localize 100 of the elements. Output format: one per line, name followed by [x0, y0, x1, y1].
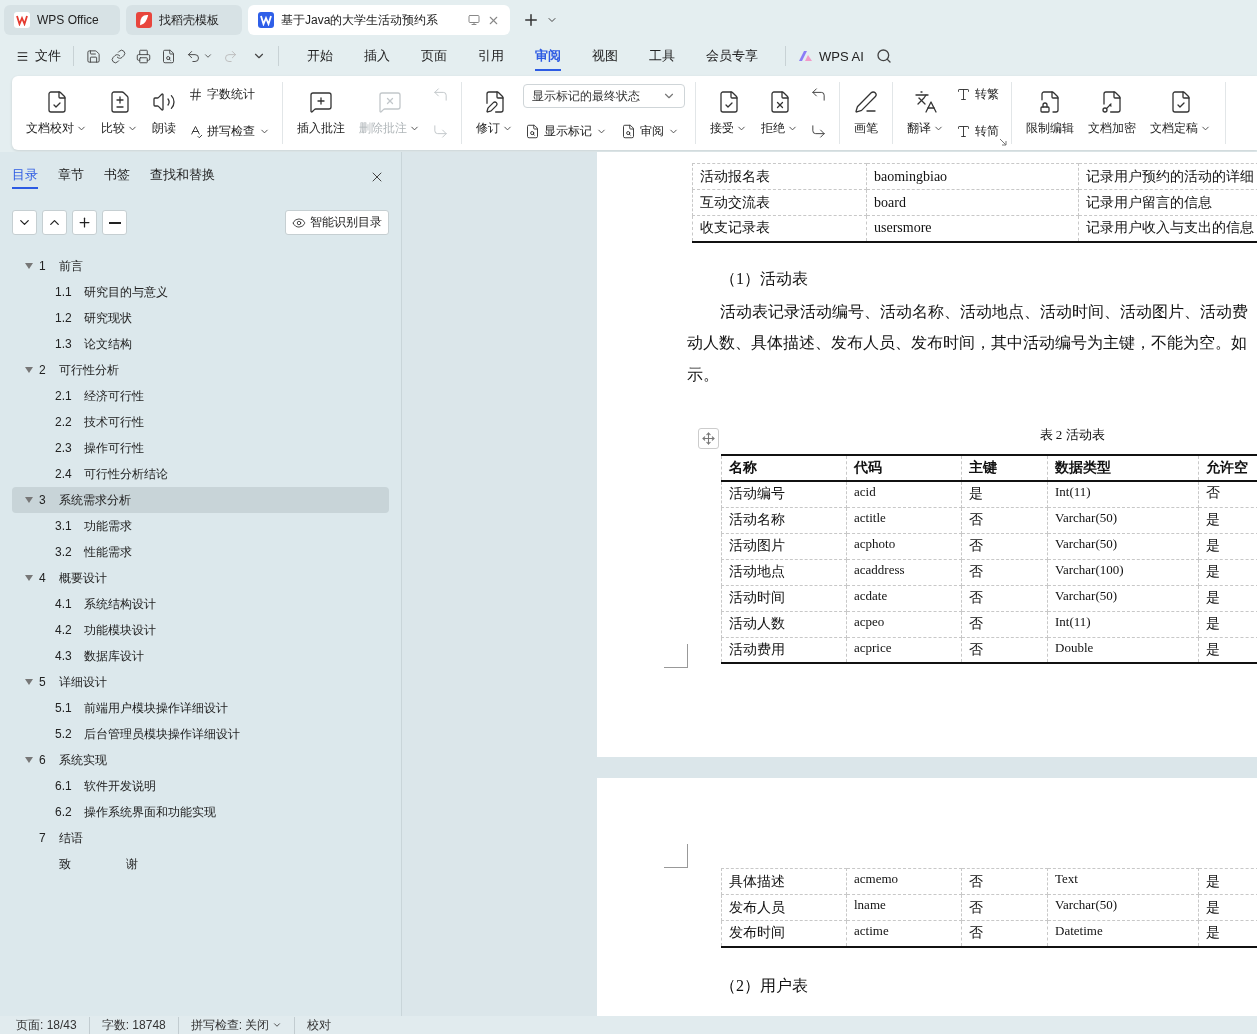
ribbon-tab[interactable]: 开始 [307, 41, 333, 71]
dialog-launcher-icon[interactable] [999, 138, 1007, 146]
ribbon-button[interactable]: 限制编辑 [1022, 87, 1078, 139]
toc-title: 详细设计 [59, 673, 107, 691]
new-tab-icon[interactable] [522, 11, 540, 29]
caret-icon[interactable] [203, 51, 213, 61]
text-icon [956, 87, 971, 102]
panel-tab[interactable]: 章节 [58, 165, 84, 189]
toc-item[interactable]: 2.3 操作可行性 [12, 435, 389, 461]
ribbon-button[interactable]: 修订 [472, 87, 517, 139]
toc-title: 数据库设计 [84, 647, 144, 665]
document-icon [621, 124, 636, 139]
button-label: 修订 [476, 119, 500, 137]
monitor-icon[interactable] [468, 14, 480, 26]
toc-item[interactable]: 3.2 性能需求 [12, 539, 389, 565]
ribbon-button[interactable]: 字数统计 [186, 84, 272, 105]
toc-item[interactable]: 7 结语 [12, 825, 389, 851]
panel-tab[interactable]: 查找和替换 [150, 165, 215, 189]
ribbon-tab[interactable]: 引用 [478, 41, 504, 71]
button-label: 删除批注 [359, 119, 407, 137]
expanded-triangle-icon[interactable] [25, 756, 33, 764]
ribbon-button[interactable]: 画笔 [850, 87, 882, 139]
toc-item[interactable]: 3 系统需求分析 [12, 487, 389, 513]
expanded-triangle-icon[interactable] [25, 262, 33, 270]
toc-item[interactable]: 2 可行性分析 [12, 357, 389, 383]
save-icon[interactable] [86, 48, 101, 64]
toc-item[interactable]: 2.1 经济可行性 [12, 383, 389, 409]
toc-item[interactable]: 1.3 论文结构 [12, 331, 389, 357]
toc-item[interactable]: 致 谢 [12, 851, 389, 877]
ribbon-button[interactable]: 比较 [97, 87, 142, 139]
app-logo-icon [136, 12, 152, 28]
undo-icon[interactable] [186, 48, 201, 64]
toc-item[interactable]: 1 前言 [12, 253, 389, 279]
toc-item[interactable]: 6.1 软件开发说明 [12, 773, 389, 799]
move-handle-icon[interactable] [698, 428, 719, 449]
toc-number: 4.2 [55, 623, 73, 637]
ribbon-tab[interactable]: 会员专享 [706, 41, 758, 71]
toc-number: 4 [39, 571, 47, 585]
toc-item[interactable]: 5.2 后台管理员模块操作详细设计 [12, 721, 389, 747]
ribbon-button[interactable]: 拼写检查 [186, 121, 272, 142]
add-button[interactable] [72, 210, 97, 235]
toc-item[interactable]: 3.1 功能需求 [12, 513, 389, 539]
panel-tab[interactable]: 目录 [12, 165, 38, 189]
toc-item[interactable]: 6 系统实现 [12, 747, 389, 773]
toc-item[interactable]: 4 概要设计 [12, 565, 389, 591]
smart-toc-button[interactable]: 智能识别目录 [285, 210, 389, 235]
toc-item[interactable]: 4.1 系统结构设计 [12, 591, 389, 617]
toc-item[interactable]: 2.2 技术可行性 [12, 409, 389, 435]
toc-item[interactable]: 5.1 前端用户模块操作详细设计 [12, 695, 389, 721]
toc-item[interactable]: 4.3 数据库设计 [12, 643, 389, 669]
document-tab[interactable]: WPS Office [4, 5, 120, 35]
proofread-status[interactable]: 校对 [295, 1016, 344, 1034]
ribbon-button[interactable]: 显示标记 [523, 121, 609, 142]
button-label: 接受 [710, 119, 734, 137]
file-menu[interactable]: 文件 [16, 43, 61, 69]
page-count[interactable]: 页面: 18/43 [16, 1016, 90, 1034]
ribbon-tab[interactable]: 视图 [592, 41, 618, 71]
ribbon-tab[interactable]: 页面 [421, 41, 447, 71]
ribbon-button[interactable]: 审阅 [619, 121, 681, 142]
remove-button[interactable] [102, 210, 127, 235]
ribbon-button[interactable]: 文档校对 [22, 87, 91, 139]
ribbon-tab[interactable]: 审阅 [535, 41, 561, 71]
ai-button[interactable]: WPS AI [798, 44, 864, 68]
toc-item[interactable]: 1.1 研究目的与意义 [12, 279, 389, 305]
toc-item[interactable]: 2.4 可行性分析结论 [12, 461, 389, 487]
collapse-up-button[interactable] [42, 210, 67, 235]
spell-check-status[interactable]: 拼写检查: 关闭 [178, 1016, 296, 1034]
ribbon-tab[interactable]: 工具 [649, 41, 675, 71]
toc-item[interactable]: 5 详细设计 [12, 669, 389, 695]
ribbon-button[interactable]: 接受 [706, 87, 751, 139]
panel-tab[interactable]: 书签 [104, 165, 130, 189]
expanded-triangle-icon[interactable] [25, 678, 33, 686]
ribbon-button[interactable]: 文档定稿 [1146, 87, 1215, 139]
expanded-triangle-icon[interactable] [25, 366, 33, 374]
expanded-triangle-icon[interactable] [25, 496, 33, 504]
toc-title: 功能需求 [84, 517, 132, 535]
toc-item[interactable]: 6.2 操作系统界面和功能实现 [12, 799, 389, 825]
ribbon-button[interactable]: 转简 [954, 121, 1001, 142]
ribbon-button[interactable]: 文档加密 [1084, 87, 1140, 139]
ribbon-button[interactable]: 转繁 [954, 84, 1001, 105]
search-icon[interactable] [875, 48, 892, 64]
ribbon-button[interactable]: 朗读 [148, 87, 180, 139]
toc-item[interactable]: 1.2 研究现状 [12, 305, 389, 331]
toc-item[interactable]: 4.2 功能模块设计 [12, 617, 389, 643]
expand-down-button[interactable] [12, 210, 37, 235]
document-tab[interactable]: 找稻壳模板 [126, 5, 242, 35]
word-count[interactable]: 字数: 18748 [89, 1016, 179, 1034]
tab-title: WPS Office [37, 13, 100, 27]
ribbon-button[interactable]: 拒绝 [757, 87, 802, 139]
print-icon[interactable] [136, 48, 151, 64]
toc-number: 2.3 [55, 441, 73, 455]
preview-icon[interactable] [161, 48, 176, 64]
document-tab[interactable]: 基于Java的大学生活动预约系 [248, 5, 510, 35]
ribbon-button[interactable]: 插入批注 [293, 87, 349, 139]
link-icon[interactable] [111, 48, 126, 64]
caret-icon [272, 1020, 283, 1030]
ribbon-button[interactable]: 翻译 [903, 87, 948, 139]
ribbon-tab[interactable]: 插入 [364, 41, 390, 71]
expanded-triangle-icon[interactable] [25, 574, 33, 582]
markup-select[interactable]: 显示标记的最终状态 [523, 84, 685, 108]
